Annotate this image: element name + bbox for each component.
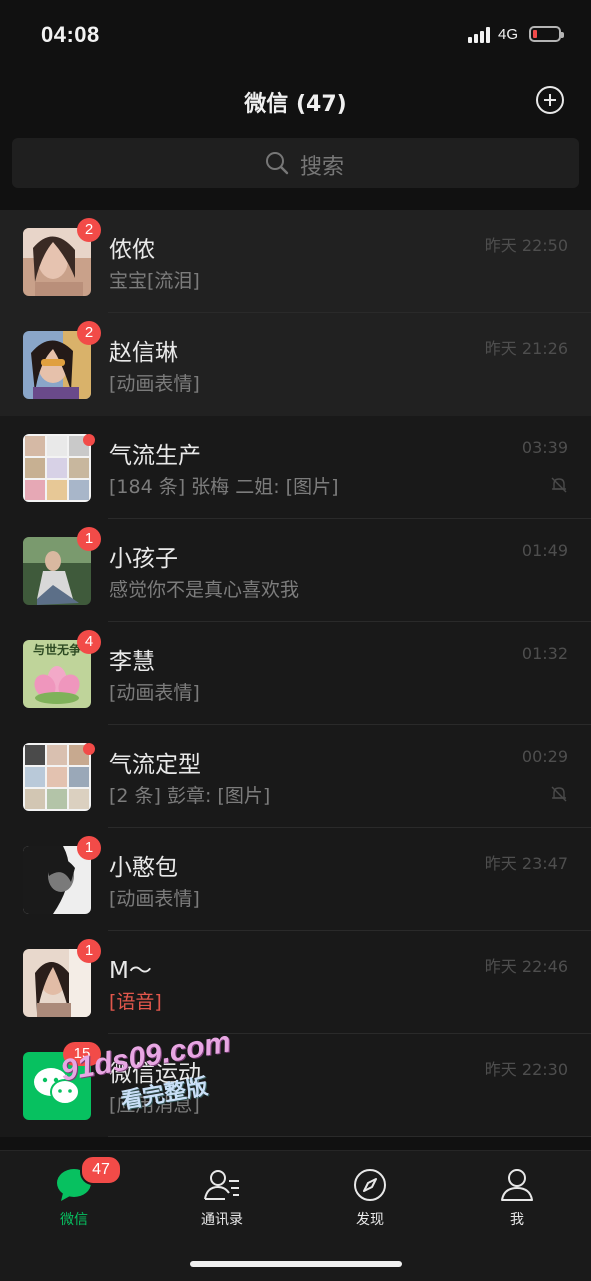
chat-preview: [2 条] 彭章: [图片]: [109, 785, 271, 807]
unread-dot: [83, 434, 95, 446]
network-type: 4G: [498, 26, 519, 43]
tab-badge: 47: [80, 1155, 122, 1185]
chat-time: 昨天 22:50: [484, 236, 568, 255]
chat-item[interactable]: 1 小孩子 感觉你不是真心喜欢我 01:49: [0, 519, 591, 622]
group-avatar: [23, 743, 91, 811]
chat-time: 昨天 23:47: [484, 854, 568, 873]
chat-time: 01:49: [521, 541, 568, 560]
tab-label: 我: [510, 1212, 524, 1228]
chat-time: 01:32: [521, 644, 568, 663]
chat-item[interactable]: 气流定型 [2 条] 彭章: [图片] 00:29: [0, 725, 591, 828]
mute-bell-icon: [551, 786, 567, 802]
signal-icon: [468, 27, 490, 43]
chat-name: 气流生产: [109, 443, 201, 469]
tab-chats[interactable]: 47 微信: [0, 1151, 148, 1241]
chat-item[interactable]: 气流生产 [184 条] 张梅 二姐: [图片] 03:39: [0, 416, 591, 519]
chat-preview: [应用消息]: [109, 1094, 200, 1116]
search-bar[interactable]: 搜索: [12, 138, 579, 188]
chat-time: 00:29: [521, 747, 568, 766]
battery-icon: [529, 26, 564, 42]
mute-bell-icon: [551, 477, 567, 493]
unread-badge: 1: [77, 836, 101, 860]
chat-name: 赵信琳: [109, 340, 178, 366]
chat-name: 小憨包: [109, 855, 178, 881]
chat-preview: 感觉你不是真心喜欢我: [109, 579, 300, 601]
chat-preview: [动画表情]: [109, 682, 200, 704]
tab-me[interactable]: 我: [443, 1151, 591, 1241]
chat-preview: [184 条] 张梅 二姐: [图片]: [109, 476, 339, 498]
chat-preview: 宝宝[流泪]: [109, 270, 200, 292]
unread-badge: 15: [63, 1042, 101, 1066]
chat-item[interactable]: 15 微信运动 [应用消息] 昨天 22:30: [0, 1034, 591, 1137]
add-button[interactable]: [536, 86, 564, 114]
person-icon: [501, 1169, 533, 1201]
chat-time: 03:39: [521, 438, 568, 457]
tab-discover[interactable]: 发现: [296, 1151, 444, 1241]
avatar-caption: 与世无争: [33, 642, 81, 657]
chat-time: 昨天 22:30: [484, 1060, 568, 1079]
chat-item[interactable]: 1 小憨包 [动画表情] 昨天 23:47: [0, 828, 591, 931]
unread-badge: 1: [77, 939, 101, 963]
chat-item[interactable]: 1 M～ [语音] 昨天 22:46: [0, 931, 591, 1034]
tab-label: 通讯录: [201, 1212, 243, 1228]
unread-badge: 4: [77, 630, 101, 654]
unread-dot: [83, 743, 95, 755]
nav-bar: 微信 (47): [0, 70, 591, 132]
chat-name: M～: [109, 958, 152, 984]
chat-name: 侬侬: [109, 237, 155, 263]
page-title: 微信 (47): [244, 92, 347, 117]
chat-item[interactable]: 2 侬侬 宝宝[流泪] 昨天 22:50: [0, 210, 591, 313]
tab-label: 发现: [356, 1212, 384, 1228]
home-indicator: [190, 1261, 402, 1267]
unread-badge: 1: [77, 527, 101, 551]
contacts-icon: [204, 1170, 239, 1200]
compass-icon: [354, 1169, 386, 1201]
chat-time: 昨天 21:26: [484, 339, 568, 358]
chat-time: 昨天 22:46: [484, 957, 568, 976]
chat-name: 气流定型: [109, 752, 201, 778]
search-icon: [266, 152, 289, 175]
tab-label: 微信: [60, 1212, 88, 1228]
unread-badge: 2: [77, 321, 101, 345]
status-bar: 04:08 4G: [0, 0, 591, 70]
search-placeholder: 搜索: [300, 155, 345, 180]
chat-list: 2 侬侬 宝宝[流泪] 昨天 22:50 2 赵信琳 [动画表情] 昨天 21:…: [0, 210, 591, 1137]
chat-preview: [动画表情]: [109, 888, 200, 910]
chat-name: 李慧: [109, 649, 155, 675]
group-avatar: [23, 434, 91, 502]
chat-preview: [动画表情]: [109, 373, 200, 395]
unread-badge: 2: [77, 218, 101, 242]
tab-contacts[interactable]: 通讯录: [148, 1151, 296, 1241]
chat-name: 小孩子: [109, 546, 178, 572]
chat-name: 微信运动: [109, 1061, 201, 1087]
chat-item[interactable]: 与世无争 4 李慧 [动画表情] 01:32: [0, 622, 591, 725]
status-time: 04:08: [41, 22, 100, 47]
divider: [108, 1136, 591, 1137]
chat-preview: [语音]: [109, 991, 162, 1013]
chat-item[interactable]: 2 赵信琳 [动画表情] 昨天 21:26: [0, 313, 591, 416]
